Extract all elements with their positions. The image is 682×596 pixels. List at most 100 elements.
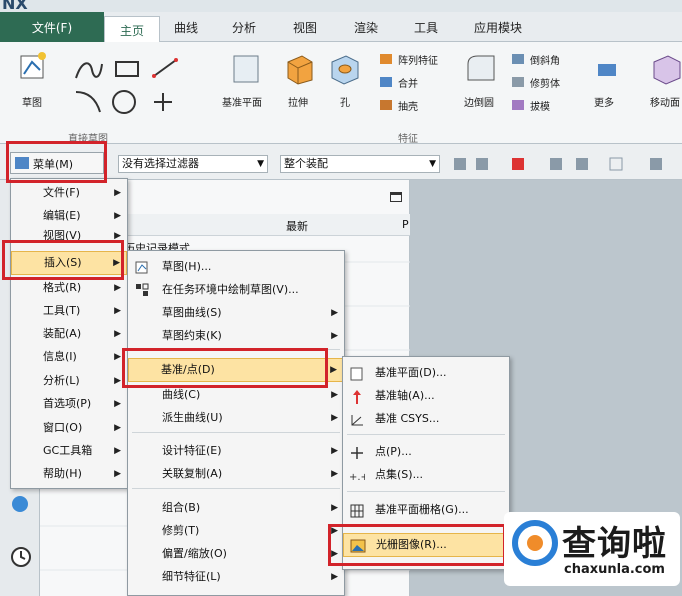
menu-item-curve[interactable]: 曲线(C) ▶	[128, 385, 344, 405]
col-latest[interactable]: 最新	[286, 218, 308, 234]
draft-button[interactable]: 拔模	[530, 98, 550, 113]
ribbon-tab-bar: 文件(F) 主页 曲线 分析 视图 渲染 工具 应用模块	[0, 12, 682, 43]
menu-item-detail-feature[interactable]: 细节特征(L) ▶	[128, 567, 344, 587]
tab-curve[interactable]: 曲线	[174, 19, 198, 36]
menu-item-help[interactable]: 帮助(H) ▶	[11, 464, 127, 484]
more-label[interactable]: 更多	[594, 94, 614, 109]
snap-point-toolbar[interactable]	[450, 154, 682, 174]
submenu-arrow-icon: ▶	[114, 376, 121, 386]
menu-item-sketch[interactable]: 草图(H)...	[128, 257, 344, 277]
extrude-icon[interactable]	[282, 52, 316, 86]
menu-item-datum-plane-grid[interactable]: 基准平面栅格(G)...	[343, 500, 509, 520]
direct-sketch-group-label: 直接草图	[68, 134, 108, 145]
submenu-arrow-icon: ▶	[331, 549, 338, 559]
menu-item-tools[interactable]: 工具(T) ▶	[11, 301, 127, 321]
menu-item-datum-plane[interactable]: 基准平面(D)...	[343, 363, 509, 383]
datum-plane-label: 基准平面	[222, 98, 262, 109]
menu-item-datum-point[interactable]: 基准/点(D) ▶	[128, 358, 344, 382]
move-face-icon[interactable]	[650, 52, 682, 86]
menu-item-insert[interactable]: 插入(S) ▶	[11, 251, 127, 275]
menu-button[interactable]: 菜单(M)	[10, 152, 104, 174]
draft-icon	[512, 100, 524, 110]
menu-separator	[347, 434, 505, 435]
svg-text:+.+: +.+	[349, 472, 365, 483]
tab-home[interactable]: 主页	[104, 16, 160, 43]
maximize-icon[interactable]	[390, 192, 402, 202]
submenu-arrow-icon: ▶	[114, 446, 121, 456]
tab-analysis[interactable]: 分析	[232, 19, 256, 36]
submenu-arrow-icon: ▶	[331, 526, 338, 536]
menu-item-gc-toolkit[interactable]: GC工具箱 ▶	[11, 441, 127, 461]
menu-item-window[interactable]: 窗口(O) ▶	[11, 418, 127, 438]
menu-separator	[132, 349, 340, 350]
menu-item-combine[interactable]: 组合(B) ▶	[128, 498, 344, 518]
selection-scope-value: 整个装配	[284, 157, 328, 170]
tab-render[interactable]: 渲染	[354, 19, 378, 36]
menu-separator	[347, 525, 505, 526]
web-browser-icon[interactable]	[10, 494, 30, 514]
submenu-arrow-icon: ▶	[331, 308, 338, 318]
unite-button[interactable]: 合并	[398, 75, 418, 90]
menu-item-point[interactable]: 点(P)...	[343, 442, 509, 462]
menu-item-information[interactable]: 信息(I) ▶	[11, 347, 127, 367]
menu-item-associative-copy[interactable]: 关联复制(A) ▶	[128, 464, 344, 484]
trim-body-button[interactable]: 修剪体	[530, 75, 560, 90]
submenu-arrow-icon: ▶	[331, 503, 338, 513]
menu-item-design-feature[interactable]: 设计特征(E) ▶	[128, 441, 344, 461]
menu-item-datum-axis[interactable]: 基准轴(A)...	[343, 386, 509, 406]
menu-item-raster-image[interactable]: 光栅图像(R)...	[343, 533, 509, 557]
menu-item-sketch-constraint[interactable]: 草图约束(K) ▶	[128, 326, 344, 346]
chamfer-icon	[512, 54, 524, 64]
insert-submenu: 草图(H)... 在任务环境中绘制草图(V)... 草图曲线(S) ▶ 草图约束(…	[127, 250, 345, 596]
raster-image-icon	[350, 539, 366, 553]
submenu-arrow-icon: ▶	[331, 390, 338, 400]
shell-button[interactable]: 抽壳	[398, 98, 418, 113]
menu-icon	[15, 157, 29, 169]
submenu-arrow-icon: ▶	[331, 331, 338, 341]
menu-item-offset-scale[interactable]: 偏置/缩放(O) ▶	[128, 544, 344, 564]
menu-item-analysis[interactable]: 分析(L) ▶	[11, 371, 127, 391]
menu-item-view[interactable]: 视图(V) ▶	[11, 229, 127, 243]
submenu-arrow-icon: ▶	[114, 283, 121, 293]
menu-item-preferences[interactable]: 首选项(P) ▶	[11, 394, 127, 414]
pattern-feature-button[interactable]: 阵列特征	[398, 52, 438, 67]
unite-icon	[380, 77, 392, 87]
tab-file[interactable]: 文件(F)	[0, 12, 104, 42]
menu-item-edit[interactable]: 编辑(E) ▶	[11, 206, 127, 226]
submenu-arrow-icon: ▶	[114, 399, 121, 409]
type-filter-dropdown[interactable]: 没有选择过滤器 ▼	[118, 155, 268, 173]
title-bar: NX	[0, 0, 682, 13]
edge-blend-icon[interactable]	[464, 52, 498, 86]
menu-item-derived-curve[interactable]: 派生曲线(U) ▶	[128, 408, 344, 428]
submenu-arrow-icon: ▶	[114, 211, 121, 221]
col-p[interactable]: P	[402, 218, 409, 231]
hole-icon[interactable]	[328, 52, 362, 86]
submenu-arrow-icon: ▶	[330, 365, 337, 375]
menu-item-file[interactable]: 文件(F) ▶	[11, 183, 127, 203]
more-icon[interactable]	[594, 56, 620, 82]
datum-plane-icon	[350, 367, 363, 381]
menu-item-trim[interactable]: 修剪(T) ▶	[128, 521, 344, 541]
menu-item-format[interactable]: 格式(R) ▶	[11, 278, 127, 298]
datum-point-submenu: 基准平面(D)... 基准轴(A)... 基准 CSYS... 点(P)... …	[342, 356, 510, 570]
tab-applications[interactable]: 应用模块	[474, 19, 522, 36]
submenu-arrow-icon: ▶	[331, 413, 338, 423]
submenu-arrow-icon: ▶	[114, 306, 121, 316]
datum-axis-icon	[353, 390, 361, 404]
menu-item-datum-csys[interactable]: 基准 CSYS...	[343, 409, 509, 429]
sketch-icon[interactable]	[18, 50, 50, 82]
main-menu: 文件(F) ▶ 编辑(E) ▶ 视图(V) ▶ 插入(S) ▶ 格式(R) ▶ 工具(T)…	[10, 178, 128, 489]
menu-item-assembly[interactable]: 装配(A) ▶	[11, 324, 127, 344]
menu-item-point-set[interactable]: +.+ 点集(S)...	[343, 465, 509, 485]
chamfer-button[interactable]: 倒斜角	[530, 52, 560, 67]
menu-item-task-sketch[interactable]: 在任务环境中绘制草图(V)...	[128, 280, 344, 300]
sketch-curve-tools[interactable]	[72, 56, 184, 120]
tab-tools[interactable]: 工具	[414, 19, 438, 36]
history-clock-icon[interactable]	[10, 546, 32, 568]
pattern-feature-icon	[380, 54, 392, 64]
tab-view[interactable]: 视图	[293, 19, 317, 36]
datum-plane-icon[interactable]	[230, 52, 264, 86]
selection-scope-dropdown[interactable]: 整个装配 ▼	[280, 155, 440, 173]
menu-item-sketch-curve[interactable]: 草图曲线(S) ▶	[128, 303, 344, 323]
sketch-icon	[135, 261, 148, 274]
